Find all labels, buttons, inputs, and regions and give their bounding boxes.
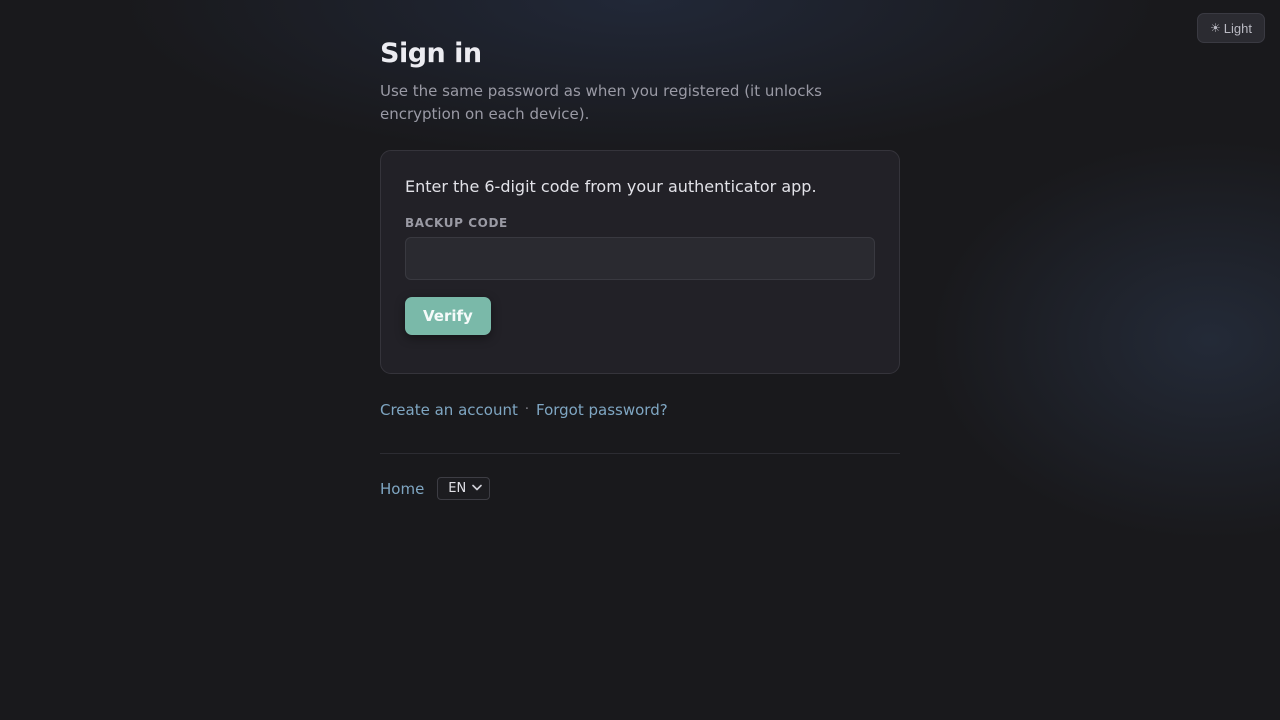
create-account-link[interactable]: Create an account xyxy=(380,399,518,421)
backup-code-input[interactable] xyxy=(405,237,875,280)
language-value: EN xyxy=(448,481,467,496)
auth-links: Create an account · Forgot password? xyxy=(380,399,900,421)
link-separator: · xyxy=(524,402,529,417)
page-subtitle: Use the same password as when you regist… xyxy=(380,82,822,123)
forgot-password-link[interactable]: Forgot password? xyxy=(536,399,668,421)
chevron-down-icon xyxy=(472,483,483,494)
verify-button[interactable]: Verify xyxy=(405,297,491,335)
sign-in-container: Sign in Use the same password as when yo… xyxy=(380,36,900,500)
theme-toggle-label: Light xyxy=(1223,20,1252,36)
theme-toggle-button[interactable]: ☀ Light xyxy=(1197,13,1265,43)
divider xyxy=(380,453,900,454)
card-instructions: Enter the 6-digit code from your authent… xyxy=(405,177,817,196)
footer: Home EN xyxy=(380,477,900,500)
backup-code-card: Enter the 6-digit code from your authent… xyxy=(380,150,900,374)
home-link[interactable]: Home xyxy=(380,480,424,498)
language-select[interactable]: EN xyxy=(437,477,491,500)
sun-icon: ☀ xyxy=(1210,21,1221,35)
backup-code-label: BACKUP CODE xyxy=(405,216,508,230)
page-title: Sign in xyxy=(380,38,482,69)
